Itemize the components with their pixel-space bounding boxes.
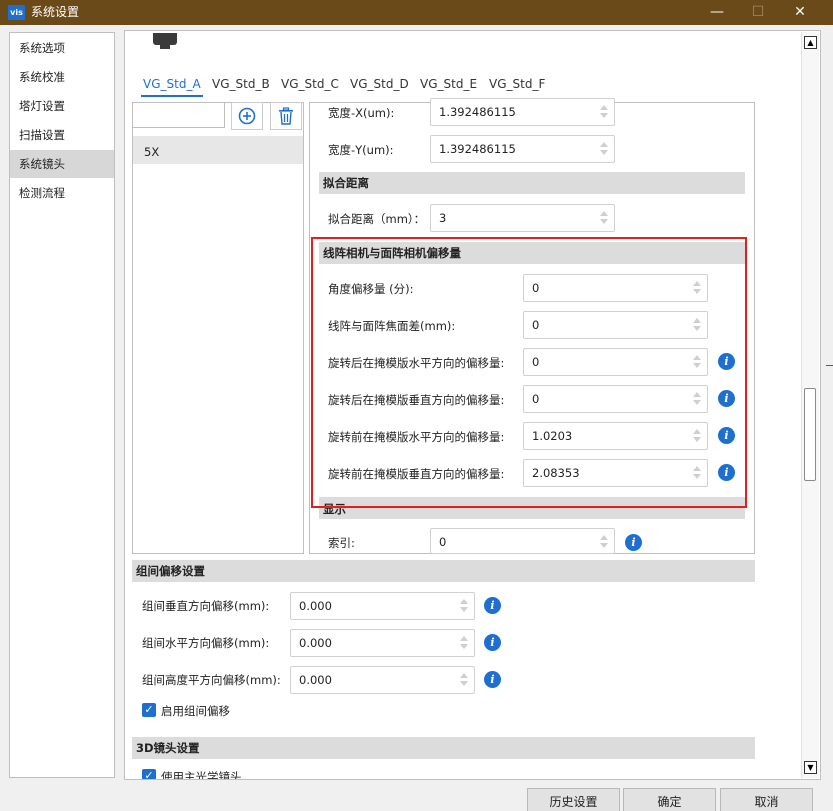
settings-sidebar: 系统选项 系统校准 塔灯设置 扫描设置 系统镜头 检测流程 (9, 32, 115, 778)
use-main-lens-checkbox[interactable]: ✓ (142, 769, 156, 779)
fit-distance-label: 拟合距离（mm）： (328, 212, 426, 226)
spin-arrows-icon[interactable] (692, 391, 701, 407)
tab-vg-std-c[interactable]: VG_Std_C (279, 71, 341, 97)
fit-distance-field[interactable]: 3 (430, 204, 615, 232)
lens-3d-section-header: 3D镜头设置 (132, 737, 755, 759)
spin-arrows-icon[interactable] (459, 672, 468, 688)
sidebar-item-tower-light[interactable]: 塔灯设置 (10, 92, 114, 120)
close-button[interactable]: ✕ (789, 2, 811, 22)
scroll-thumb[interactable] (804, 388, 816, 481)
rotated-vertical-offset-label: 旋转后在掩模版垂直方向的偏移量: (328, 393, 505, 407)
lens-list-item[interactable]: 5X (133, 136, 303, 164)
info-icon[interactable]: i (718, 390, 735, 407)
spin-arrows-icon[interactable] (692, 354, 701, 370)
tab-vg-std-a[interactable]: VG_Std_A (141, 71, 203, 97)
group-offset-section-header: 组间偏移设置 (132, 560, 755, 582)
width-y-field[interactable]: 1.392486115 (430, 135, 615, 163)
focal-plane-diff-field[interactable]: 0 (523, 311, 708, 339)
sidebar-item-scan-settings[interactable]: 扫描设置 (10, 121, 114, 149)
spin-arrows-icon[interactable] (599, 141, 608, 157)
info-icon[interactable]: i (484, 634, 501, 651)
sidebar-item-system-lens[interactable]: 系统镜头 (10, 150, 114, 178)
add-lens-button[interactable] (231, 102, 263, 130)
delete-lens-button[interactable] (270, 102, 302, 130)
cancel-button[interactable]: 取消 (720, 788, 813, 811)
group-horizontal-offset-field[interactable]: 0.000 (290, 629, 475, 657)
spin-arrows-icon[interactable] (692, 280, 701, 296)
angle-offset-field[interactable]: 0 (523, 274, 708, 302)
spin-arrows-icon[interactable] (692, 465, 701, 481)
enable-group-offset-checkbox[interactable]: ✓ (142, 703, 156, 717)
spin-arrows-icon[interactable] (599, 104, 608, 120)
width-x-label: 宽度-X(um): (328, 106, 395, 120)
lens-name-input[interactable] (132, 102, 225, 128)
ok-button[interactable]: 确定 (623, 788, 716, 811)
tab-vg-std-f[interactable]: VG_Std_F (487, 71, 547, 97)
display-section-header: 显示 (319, 497, 745, 519)
info-icon[interactable]: i (625, 534, 642, 551)
tab-vg-std-b[interactable]: VG_Std_B (210, 71, 272, 97)
prerotation-vertical-offset-field[interactable]: 2.08353 (523, 459, 708, 487)
rotated-horizontal-offset-field[interactable]: 0 (523, 348, 708, 376)
edge-red-mark (826, 365, 833, 366)
tab-vg-std-d[interactable]: VG_Std_D (348, 71, 411, 97)
prerotation-horizontal-offset-field[interactable]: 1.0203 (523, 422, 708, 450)
scroll-up-icon[interactable]: ▲ (804, 36, 817, 49)
lens-3d-partial-row: ✓ 使用主光学镜头 (132, 765, 792, 779)
prerotation-horizontal-offset-label: 旋转前在掩模版水平方向的偏移量: (328, 430, 505, 444)
use-main-lens-label: 使用主光学镜头 (161, 770, 242, 779)
maximize-button[interactable]: ☐ (747, 2, 769, 22)
info-icon[interactable]: i (484, 671, 501, 688)
group-horizontal-offset-label: 组间水平方向偏移(mm): (142, 636, 270, 650)
info-icon[interactable]: i (718, 464, 735, 481)
group-height-offset-field[interactable]: 0.000 (290, 666, 475, 694)
index-field[interactable]: 0 (430, 528, 615, 554)
group-vertical-offset-label: 组间垂直方向偏移(mm): (142, 599, 270, 613)
lens-list-panel (132, 102, 304, 554)
focal-plane-diff-label: 线阵与面阵焦面差(mm): (328, 319, 456, 333)
info-icon[interactable]: i (484, 597, 501, 614)
history-settings-button[interactable]: 历史设置 (527, 788, 620, 811)
info-icon[interactable]: i (718, 427, 735, 444)
plus-circle-icon (238, 107, 256, 125)
group-vertical-offset-field[interactable]: 0.000 (290, 592, 475, 620)
index-label: 索引: (328, 536, 355, 550)
spin-arrows-icon[interactable] (599, 210, 608, 226)
spin-arrows-icon[interactable] (599, 534, 608, 550)
vertical-scrollbar[interactable]: ▲ ▼ (801, 32, 819, 778)
minimize-button[interactable]: — (706, 2, 728, 22)
fit-distance-section-header: 拟合距离 (319, 172, 745, 194)
spin-arrows-icon[interactable] (692, 317, 701, 333)
trash-icon (279, 107, 293, 125)
app-logo-icon: vis (8, 5, 25, 20)
window-title: 系统设置 (31, 5, 80, 19)
camera-offset-section-header: 线阵相机与面阵相机偏移量 (319, 242, 745, 264)
group-height-offset-label: 组间高度平方向偏移(mm): (142, 673, 281, 687)
rotated-vertical-offset-field[interactable]: 0 (523, 385, 708, 413)
sidebar-item-system-calibration[interactable]: 系统校准 (10, 63, 114, 91)
tab-vg-std-e[interactable]: VG_Std_E (418, 71, 479, 97)
spin-arrows-icon[interactable] (459, 635, 468, 651)
width-x-field[interactable]: 1.392486115 (430, 98, 615, 126)
rotated-horizontal-offset-label: 旋转后在掩模版水平方向的偏移量: (328, 356, 505, 370)
spin-arrows-icon[interactable] (692, 428, 701, 444)
info-icon[interactable]: i (718, 353, 735, 370)
enable-group-offset-label: 启用组间偏移 (161, 704, 230, 718)
sidebar-item-system-options[interactable]: 系统选项 (10, 34, 114, 62)
angle-offset-label: 角度偏移量 (分): (328, 282, 414, 296)
title-bar: vis 系统设置 — ☐ ✕ (0, 0, 833, 25)
scroll-down-icon[interactable]: ▼ (804, 761, 817, 774)
camera-icon (153, 33, 177, 49)
width-y-label: 宽度-Y(um): (328, 143, 394, 157)
prerotation-vertical-offset-label: 旋转前在掩模版垂直方向的偏移量: (328, 467, 505, 481)
sidebar-item-inspection-flow[interactable]: 检测流程 (10, 179, 114, 207)
spin-arrows-icon[interactable] (459, 598, 468, 614)
